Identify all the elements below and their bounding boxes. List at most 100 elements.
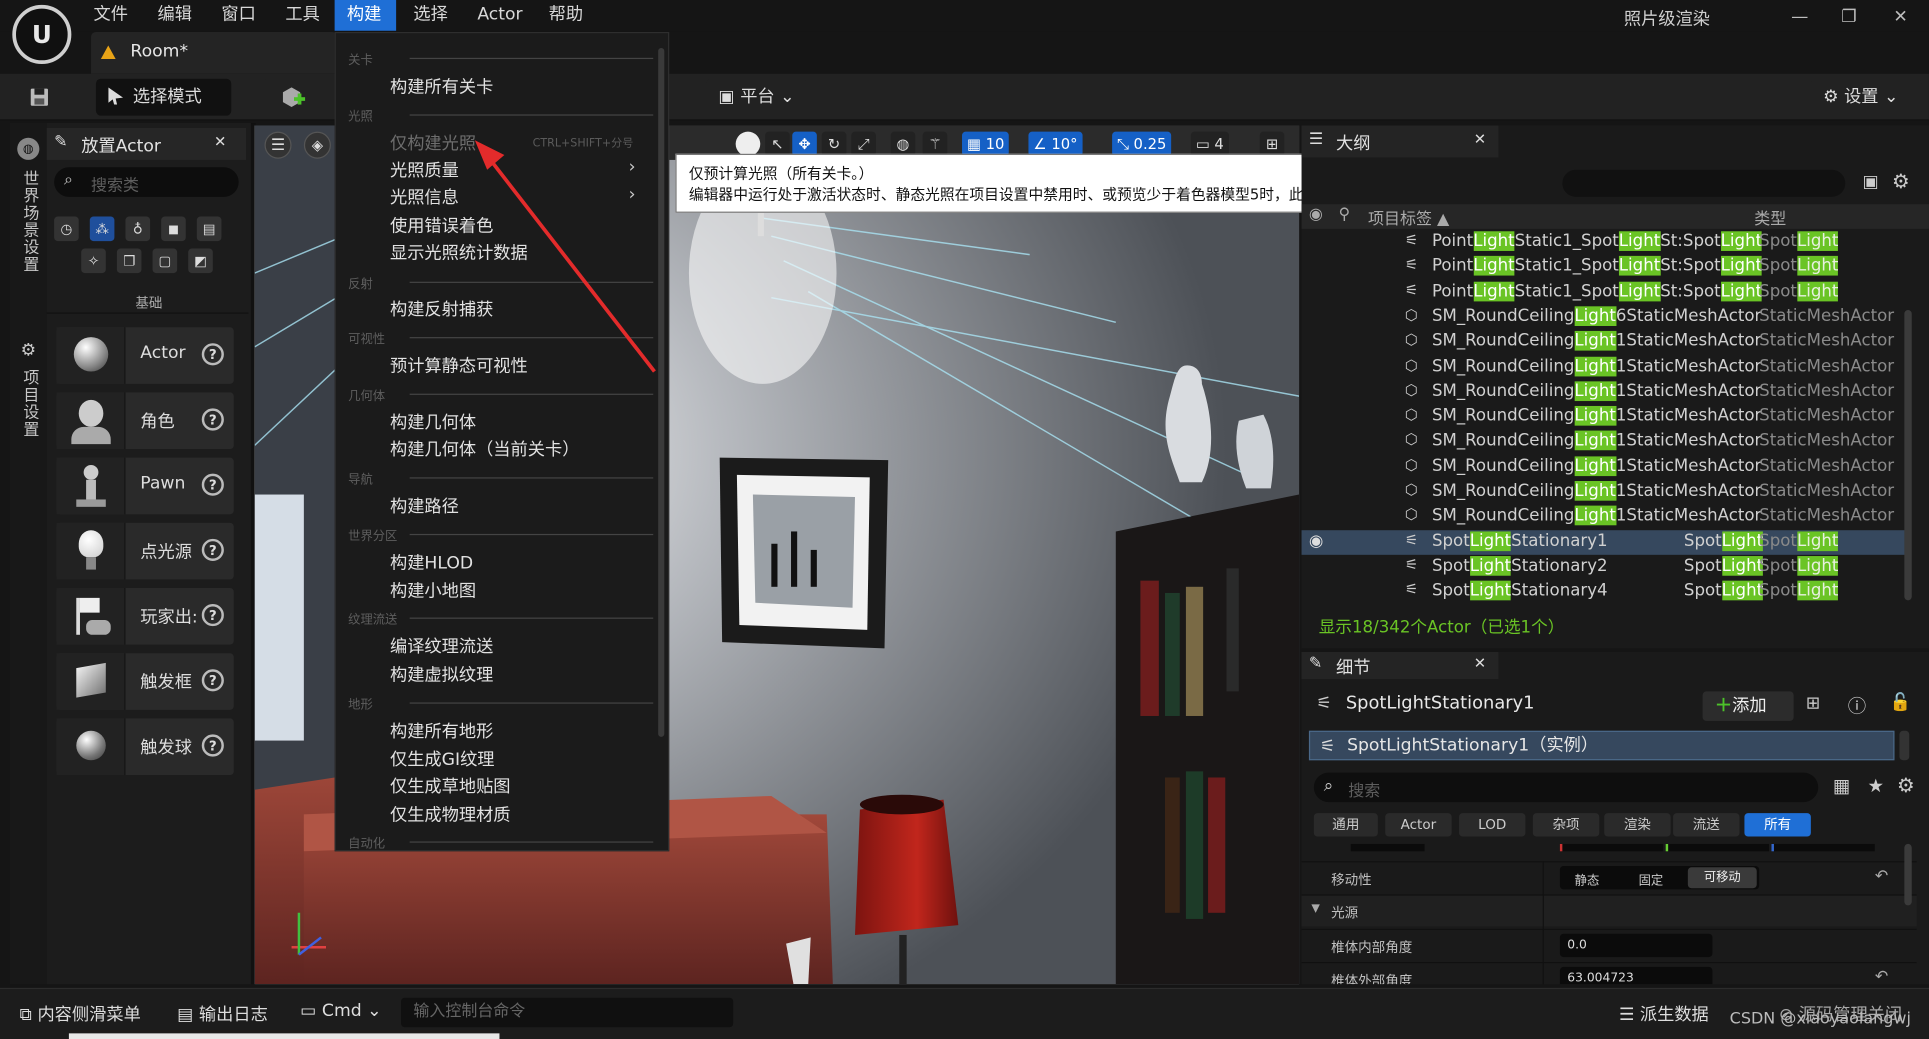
outer-cone-input[interactable]: 63.004723 bbox=[1559, 966, 1713, 985]
rotate-tool-icon[interactable]: ↻ bbox=[821, 131, 847, 157]
actor-item-point-light[interactable]: 点光源 ? bbox=[56, 522, 234, 580]
menu-build-hlod[interactable]: 构建HLOD bbox=[390, 550, 473, 575]
save-icon[interactable] bbox=[14, 78, 64, 116]
camera-speed-button[interactable]: ▭ 4 bbox=[1190, 131, 1229, 157]
menu-tools[interactable]: 工具 bbox=[273, 0, 332, 31]
menu-edit[interactable]: 编辑 bbox=[145, 0, 204, 31]
content-drawer-button[interactable]: ⧉ 内容侧滑菜单 bbox=[20, 1001, 141, 1026]
help-icon[interactable]: ⓘ bbox=[1848, 693, 1866, 719]
mobility-movable[interactable]: 可移动 bbox=[1687, 867, 1757, 889]
outliner-row[interactable]: ⚟ PointLightStatic1_SpotLightSt:SpotLight… bbox=[1302, 280, 1910, 305]
menu-lighting-quality[interactable]: 光照质量 bbox=[390, 157, 459, 182]
console-command-input[interactable]: 输入控制台命令 bbox=[401, 997, 734, 1028]
outliner-row[interactable]: ⬡ SM_RoundCeilingLight1StaticMeshActor Sta… bbox=[1302, 405, 1910, 430]
add-component-button[interactable]: ＋添加 bbox=[1702, 691, 1794, 721]
surface-snap-icon[interactable]: ⚚ bbox=[922, 131, 948, 157]
visibility-icon[interactable]: ◉ bbox=[1309, 531, 1323, 551]
place-actor-tab[interactable]: ✎ 放置Actor ✕ bbox=[46, 127, 247, 160]
mobility-stationary[interactable]: 固定 bbox=[1639, 870, 1664, 889]
settings-button[interactable]: ⚙ 设置 ⌄ bbox=[1810, 78, 1922, 116]
select-tool-icon[interactable]: ↖ bbox=[765, 131, 790, 157]
close-icon[interactable]: ✕ bbox=[1474, 654, 1486, 671]
shapes-icon[interactable]: ◼ bbox=[161, 216, 186, 242]
col-type[interactable]: 类型 bbox=[1754, 205, 1786, 228]
outliner-tab[interactable]: ☰ 大纲 ✕ bbox=[1301, 125, 1499, 158]
details-tab[interactable]: ✎ 细节 ✕ bbox=[1301, 652, 1499, 680]
help-icon[interactable]: ? bbox=[201, 473, 224, 496]
recent-icon[interactable]: ◷ bbox=[54, 216, 79, 242]
menu-help[interactable]: 帮助 bbox=[536, 0, 595, 31]
section-light-header[interactable]: ▼ 光源 bbox=[1301, 894, 1917, 927]
tab-lod[interactable]: LOD bbox=[1459, 813, 1526, 837]
menu-build-all-levels[interactable]: 构建所有关卡 bbox=[390, 74, 493, 99]
tab-rendering[interactable]: 渲染 bbox=[1604, 813, 1671, 837]
volumes-icon[interactable]: ❒ bbox=[116, 248, 142, 274]
outliner-row[interactable]: ⬡ SM_RoundCeilingLight1StaticMeshActor Sta… bbox=[1302, 355, 1910, 380]
close-icon[interactable]: ✕ bbox=[1882, 5, 1919, 30]
geometry-icon[interactable]: ◩ bbox=[188, 248, 213, 274]
outliner-row[interactable]: ⚟ PointLightStatic1_SpotLightSt:SpotLight… bbox=[1302, 230, 1910, 255]
tab-streaming[interactable]: 流送 bbox=[1673, 813, 1740, 837]
actor-item-actor[interactable]: Actor ? bbox=[56, 327, 234, 384]
outliner-row[interactable]: ⬡ SM_RoundCeilingLight1StaticMeshActor Sta… bbox=[1302, 455, 1910, 480]
help-icon[interactable]: ? bbox=[201, 734, 224, 757]
tab-actor[interactable]: Actor bbox=[1385, 813, 1452, 837]
viewport-menu-icon[interactable]: ☰ bbox=[264, 131, 292, 159]
menu-build-geometry[interactable]: 构建几何体 bbox=[390, 410, 476, 435]
all-classes-icon[interactable]: ▢ bbox=[152, 248, 178, 274]
outliner-row[interactable]: ◉ ⚟ SpotLightStationary1 SpotLight SpotLight bbox=[1301, 529, 1910, 555]
lights-icon[interactable]: ♁ bbox=[125, 216, 151, 242]
visual-effects-icon[interactable]: ✧ bbox=[81, 248, 106, 274]
gear-icon[interactable]: ⚙ bbox=[1892, 170, 1910, 193]
outliner-row[interactable]: ⬡ SM_RoundCeilingLight1StaticMeshActor Sta… bbox=[1302, 430, 1910, 455]
cinematic-icon[interactable]: ▤ bbox=[196, 216, 222, 242]
menu-build-lighting-only[interactable]: 仅构建光照 bbox=[390, 130, 476, 155]
help-icon[interactable]: ? bbox=[201, 604, 224, 627]
table-view-icon[interactable]: ▦ bbox=[1833, 775, 1850, 797]
menu-compile-texture-streaming[interactable]: 编译纹理流送 bbox=[390, 634, 493, 659]
menu-build-geometry-current[interactable]: 构建几何体（当前关卡） bbox=[390, 437, 579, 462]
cmd-dropdown[interactable]: ▭ Cmd ⌄ bbox=[300, 1001, 381, 1021]
realtime-icon[interactable] bbox=[735, 131, 761, 157]
actor-item-character[interactable]: 角色 ? bbox=[56, 392, 234, 450]
help-icon[interactable]: ? bbox=[201, 538, 224, 561]
outliner-row[interactable]: ⬡ SM_RoundCeilingLight1StaticMeshActor Sta… bbox=[1302, 330, 1910, 355]
menu-actor[interactable]: Actor bbox=[465, 0, 535, 31]
folder-add-icon[interactable]: ▣ bbox=[1863, 172, 1879, 192]
mobility-static[interactable]: 静态 bbox=[1575, 870, 1600, 889]
outliner-scrollbar[interactable] bbox=[1904, 310, 1912, 601]
inner-cone-input[interactable]: 0.0 bbox=[1559, 933, 1713, 958]
derived-data-button[interactable]: ☰ 派生数据 bbox=[1619, 1001, 1709, 1026]
menu-build-all-landscape[interactable]: 构建所有地形 bbox=[390, 718, 493, 743]
actor-item-trigger-box[interactable]: 触发框 ? bbox=[56, 653, 234, 710]
col-item-label[interactable]: 项目标签 ▲ bbox=[1368, 205, 1449, 228]
outliner-search-input[interactable] bbox=[1562, 169, 1846, 197]
menu-lighting-info[interactable]: 光照信息 bbox=[390, 185, 459, 210]
help-icon[interactable]: ? bbox=[201, 343, 224, 366]
perspective-icon[interactable]: ◈ bbox=[303, 131, 331, 159]
outliner-row[interactable]: ⚟ PointLightStatic1_SpotLightSt:SpotLight… bbox=[1302, 255, 1910, 280]
outliner-row[interactable]: ⬡ SM_RoundCeilingLight1StaticMeshActor Sta… bbox=[1302, 480, 1910, 505]
close-icon[interactable]: ✕ bbox=[214, 133, 226, 150]
scale-tool-icon[interactable]: ⤢ bbox=[851, 131, 876, 157]
tab-all[interactable]: 所有 bbox=[1744, 813, 1811, 837]
outliner-row[interactable]: ⬡ SM_RoundCeilingLight1StaticMeshActor Sta… bbox=[1302, 380, 1910, 405]
actor-item-pawn[interactable]: Pawn ? bbox=[56, 457, 234, 515]
move-tool-icon[interactable]: ✥ bbox=[792, 131, 817, 157]
menu-build-virtual-textures[interactable]: 构建虚拟纹理 bbox=[390, 662, 493, 687]
minimize-icon[interactable]: — bbox=[1781, 5, 1818, 30]
actor-item-player-start[interactable]: 玩家出: ? bbox=[56, 588, 234, 645]
details-scrollbar[interactable] bbox=[1904, 843, 1912, 906]
help-icon[interactable]: ? bbox=[201, 408, 224, 431]
menu-file[interactable]: 文件 bbox=[81, 0, 140, 31]
reset-icon[interactable]: ↶ bbox=[1875, 867, 1888, 885]
add-content-icon[interactable] bbox=[263, 78, 323, 116]
menu-gen-grass-maps[interactable]: 仅生成草地贴图 bbox=[390, 774, 511, 799]
select-mode-dropdown[interactable]: 选择模式 ⌄ bbox=[95, 78, 232, 144]
tab-general[interactable]: 通用 bbox=[1313, 813, 1378, 837]
menu-build-minimap[interactable]: 构建小地图 bbox=[390, 578, 476, 603]
output-log-button[interactable]: ▤ 输出日志 bbox=[177, 1001, 268, 1026]
close-icon[interactable]: ✕ bbox=[1474, 130, 1486, 147]
menu-gen-gi-textures[interactable]: 仅生成GI纹理 bbox=[390, 747, 495, 772]
help-icon[interactable]: ? bbox=[201, 669, 224, 692]
